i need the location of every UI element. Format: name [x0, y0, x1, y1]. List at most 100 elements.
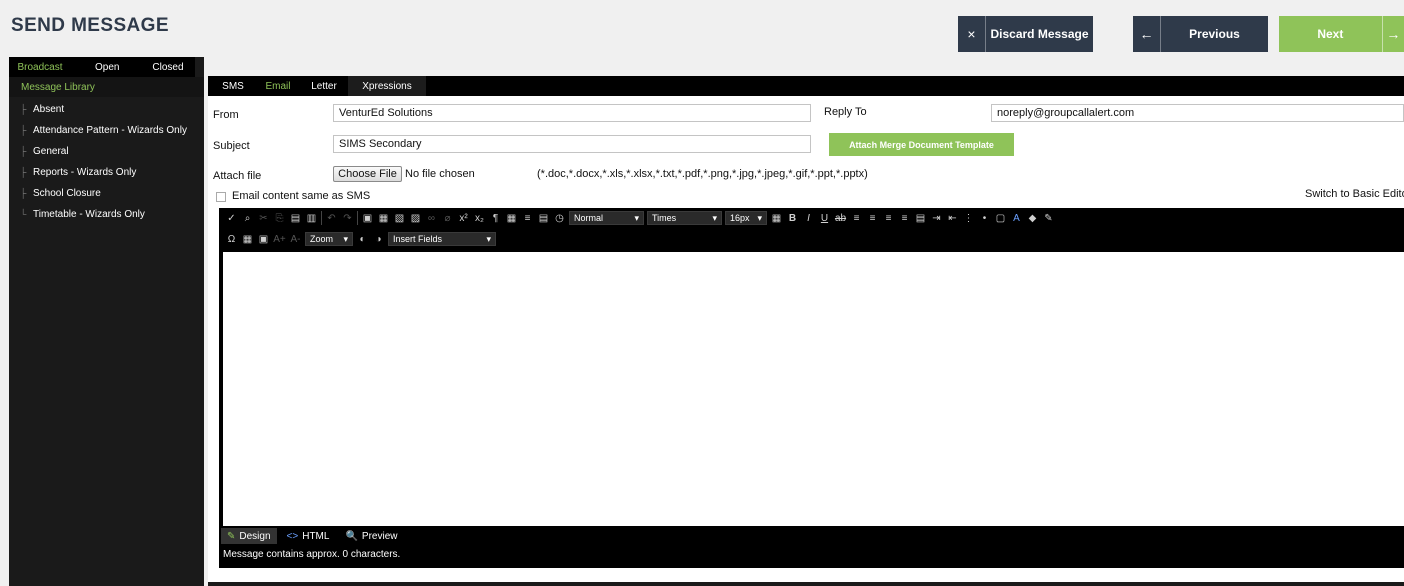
underline-icon[interactable]: U [818, 213, 831, 224]
previous-button[interactable]: ← Previous [1133, 16, 1268, 52]
library-item-school-closure[interactable]: ├ School Closure [9, 183, 204, 204]
highlight-color-icon[interactable]: ◆ [1026, 213, 1039, 224]
subject-label: Subject [213, 140, 250, 152]
channel-tabs: SMS Email Letter Xpressions [208, 76, 1404, 96]
strikethrough-icon[interactable]: ab [834, 213, 847, 224]
symbol-icon[interactable]: Ω [225, 234, 238, 245]
tab-broadcast[interactable]: Broadcast [9, 57, 71, 77]
redo-icon[interactable]: ↷ [341, 213, 354, 224]
library-item-label: Reports - Wizards Only [33, 167, 137, 178]
box-icon[interactable]: ▢ [994, 213, 1007, 224]
mode-preview[interactable]: 🔍 Preview [339, 528, 403, 544]
copy-icon[interactable]: ⎘ [273, 213, 286, 224]
subject-field[interactable] [333, 135, 811, 153]
from-label: From [213, 109, 239, 121]
editor-toolbar-row2: Ω ▦ ▣ A+ A- Zoom ▾ ◐ ◑ Insert Fields ▾ [219, 229, 496, 249]
increase-font-icon[interactable]: A+ [273, 234, 286, 245]
align-center-icon[interactable]: ≡ [866, 213, 879, 224]
paste-special-icon[interactable]: ▥ [305, 213, 318, 224]
library-item-general[interactable]: ├ General [9, 141, 204, 162]
previous-label: Previous [1189, 27, 1240, 41]
toolbar-separator [321, 211, 322, 225]
spellcheck-icon[interactable]: ✓ [225, 213, 238, 224]
from-field[interactable] [333, 104, 811, 122]
sidebar-tabs: Broadcast Open Closed [9, 57, 195, 77]
justify-icon[interactable]: ≡ [898, 213, 911, 224]
media-icon[interactable]: ▦ [377, 213, 390, 224]
message-library-list: ├ Absent ├ Attendance Pattern - Wizards … [9, 99, 204, 225]
next-button[interactable]: Next → [1279, 16, 1404, 52]
grid-icon[interactable]: ▦ [770, 213, 783, 224]
library-item-attendance-pattern[interactable]: ├ Attendance Pattern - Wizards Only [9, 120, 204, 141]
format-painter-icon[interactable]: ✎ [1042, 213, 1055, 224]
email-body-editor[interactable] [223, 252, 1404, 526]
toolbar-separator [357, 211, 358, 225]
module-icon[interactable]: ◐ [356, 234, 369, 245]
align-icon[interactable]: ≡ [521, 213, 534, 224]
subscript-icon[interactable]: x₂ [473, 213, 486, 224]
italic-icon[interactable]: I [802, 213, 815, 224]
outdent-icon[interactable]: ⇤ [946, 213, 959, 224]
switch-basic-editor-link[interactable]: Switch to Basic Edito [1305, 188, 1404, 200]
bullet-list-icon[interactable]: • [978, 213, 991, 224]
insert-table-icon[interactable]: ▦ [241, 234, 254, 245]
library-item-reports[interactable]: ├ Reports - Wizards Only [9, 162, 204, 183]
cut-icon[interactable]: ✂ [257, 213, 270, 224]
date-icon[interactable]: ▤ [537, 213, 550, 224]
template-icon[interactable]: ▨ [409, 213, 422, 224]
editor-toolbar-row1: ✓ ⌕ ✂ ⎘ ▤ ▥ ↶ ↷ ▣ ▦ ▧ ▨ ∞ ⌀ x² x₂ ¶ ▦ ≡ … [219, 208, 1055, 228]
mode-label: Design [239, 530, 271, 542]
table-icon[interactable]: ▦ [505, 213, 518, 224]
bold-icon[interactable]: B [786, 213, 799, 224]
attach-merge-template-button[interactable]: Attach Merge Document Template [829, 133, 1014, 156]
indent-icon[interactable]: ⇥ [930, 213, 943, 224]
tab-closed[interactable]: Closed [141, 57, 195, 77]
close-icon: × [958, 16, 986, 52]
module-alt-icon[interactable]: ◑ [372, 234, 385, 245]
chevron-down-icon: ▾ [634, 212, 639, 223]
decrease-font-icon[interactable]: A- [289, 234, 302, 245]
choose-file-button[interactable]: Choose File [333, 166, 402, 182]
tab-letter[interactable]: Letter [300, 76, 348, 96]
mode-html[interactable]: <> HTML [281, 528, 336, 544]
tab-xpressions[interactable]: Xpressions [348, 76, 426, 96]
library-item-label: Absent [33, 104, 65, 115]
align-left-icon[interactable]: ≡ [850, 213, 863, 224]
format-dropdown[interactable]: Normal ▾ [569, 211, 644, 225]
pencil-icon: ✎ [227, 530, 236, 542]
library-item-timetable[interactable]: └ Timetable - Wizards Only [9, 204, 204, 225]
tree-branch-icon: ├ [20, 146, 27, 156]
numbered-list-icon[interactable]: ⋮ [962, 213, 975, 224]
magnifier-icon: 🔍 [345, 530, 358, 542]
tab-open[interactable]: Open [71, 57, 141, 77]
paste-icon[interactable]: ▤ [289, 213, 302, 224]
document-icon[interactable]: ▧ [393, 213, 406, 224]
superscript-icon[interactable]: x² [457, 213, 470, 224]
library-item-absent[interactable]: ├ Absent [9, 99, 204, 120]
paragraph-icon[interactable]: ¶ [489, 213, 502, 224]
image-icon[interactable]: ▣ [361, 213, 374, 224]
tab-email[interactable]: Email [256, 76, 300, 96]
block-icon[interactable]: ▤ [914, 213, 927, 224]
zoom-dropdown[interactable]: Zoom ▾ [305, 232, 353, 246]
insert-fields-dropdown[interactable]: Insert Fields ▾ [388, 232, 496, 246]
font-dropdown[interactable]: Times ▾ [647, 211, 722, 225]
font-size-dropdown[interactable]: 16px ▾ [725, 211, 767, 225]
discard-message-button[interactable]: × Discard Message [958, 16, 1093, 52]
clock-icon[interactable]: ◷ [553, 213, 566, 224]
undo-icon[interactable]: ↶ [325, 213, 338, 224]
find-icon[interactable]: ⌕ [241, 213, 254, 224]
align-right-icon[interactable]: ≡ [882, 213, 895, 224]
link-icon[interactable]: ∞ [425, 213, 438, 224]
tab-sms[interactable]: SMS [210, 76, 256, 96]
message-library-header[interactable]: Message Library [9, 77, 204, 97]
same-as-sms-checkbox[interactable] [216, 192, 226, 202]
reply-to-field[interactable] [991, 104, 1404, 122]
font-value: Times [652, 213, 677, 223]
insert-image-icon[interactable]: ▣ [257, 234, 270, 245]
font-color-icon[interactable]: A [1010, 213, 1023, 224]
unlink-icon[interactable]: ⌀ [441, 213, 454, 224]
mode-design[interactable]: ✎ Design [221, 528, 277, 544]
chevron-down-icon: ▾ [486, 233, 491, 244]
zoom-label: Zoom [310, 234, 334, 244]
